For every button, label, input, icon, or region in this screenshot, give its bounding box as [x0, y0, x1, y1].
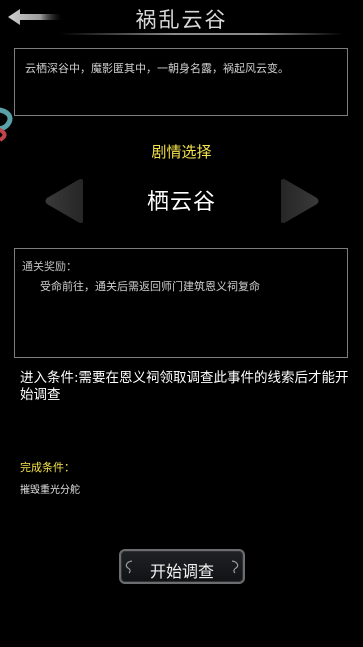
- header-bar: 祸乱云谷: [0, 0, 363, 36]
- story-text: 云栖深谷中，魔影匿其中，一朝身名露，祸起风云变。: [25, 62, 289, 75]
- entry-condition-text: 进入条件:需要在恩义祠领取调查此事件的线索后才能开始调查: [20, 370, 349, 403]
- completion-text: 摧毁重光分舵: [20, 485, 80, 496]
- page-title: 祸乱云谷: [135, 8, 228, 32]
- completion-label: 完成条件：: [20, 461, 75, 474]
- reward-label: 通关奖励：: [22, 260, 77, 273]
- triangle-right-icon[interactable]: [279, 178, 321, 224]
- story-description-panel: 云栖深谷中，魔影匿其中，一朝身名露，祸起风云变。: [14, 48, 348, 116]
- reward-panel: 通关奖励： 受命前往，通关后需返回师门建筑恩义祠复命: [14, 248, 348, 358]
- title-divider: [60, 33, 343, 35]
- button-ornament-right-icon: [231, 560, 239, 574]
- section-title: 剧情选择: [151, 143, 212, 161]
- start-button-label: 开始调查: [149, 562, 214, 581]
- reward-text: 受命前往，通关后需返回师门建筑恩义祠复命: [40, 280, 260, 293]
- start-investigation-button[interactable]: 开始调查: [119, 549, 245, 584]
